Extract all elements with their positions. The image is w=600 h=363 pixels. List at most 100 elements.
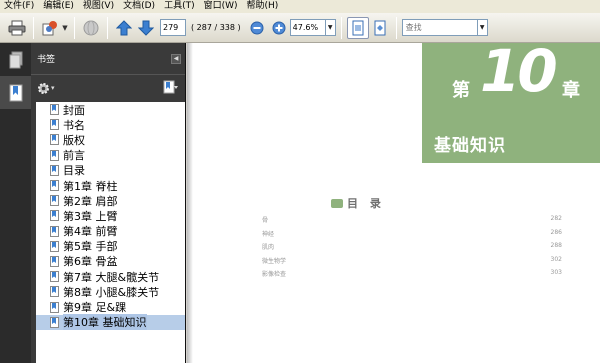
single-page-view-button[interactable] [346, 16, 369, 39]
bookmark-icon [50, 210, 59, 222]
toc-entry-page: 303 [550, 269, 562, 276]
fit-page-icon [352, 20, 364, 35]
bookmark-icon [50, 180, 59, 192]
bookmark-item[interactable]: 第4章 前臂 [36, 224, 185, 239]
bookmark-label: 封面 [63, 103, 85, 117]
bookmark-label: 书名 [63, 118, 85, 132]
menu-bar: 文件(F) 编辑(E) 视图(V) 文档(D) 工具(T) 窗口(W) 帮助(H… [0, 0, 600, 13]
bookmark-item[interactable]: 第10章 基础知识 [36, 314, 185, 331]
next-page-button[interactable] [135, 17, 157, 39]
document-view[interactable]: 第 10 章 基础知识 目 录 骨 282 神经 286 肌肉 288 微生物学 302 影像检… [187, 43, 600, 363]
toc-entry-label: 微生物学 [262, 257, 287, 265]
zoom-level-input[interactable] [289, 19, 326, 36]
gear-icon [38, 82, 49, 94]
search-input[interactable] [401, 19, 478, 36]
toolbar: ▼ ( 287 / 338 ) ▼ [0, 13, 600, 43]
bookmark-panel-icon [9, 84, 22, 101]
chapter-banner: 第 10 章 基础知识 [422, 43, 600, 163]
zoom-in-icon [272, 21, 286, 34]
toolbar-divider [107, 16, 108, 39]
chapter-suffix: 章 [562, 80, 580, 101]
bookmark-item[interactable]: 第8章 小腿&膝关节 [36, 284, 185, 299]
bookmark-icon [50, 164, 59, 176]
bookmark-label: 版权 [63, 133, 85, 147]
chevron-down-icon: ▾ [51, 84, 55, 92]
bookmark-icon [50, 255, 59, 267]
toc-entry-label: 影像检查 [262, 271, 287, 278]
bookmark-item[interactable]: 目录 [36, 163, 185, 178]
bookmark-label: 第7章 大腿&髋关节 [63, 270, 160, 284]
menu-edit[interactable]: 编辑(E) [43, 0, 74, 13]
toc-marker [331, 198, 343, 208]
page-shadow [187, 43, 193, 363]
collapse-panel-button[interactable]: ◀ [171, 53, 181, 64]
bookmark-item[interactable]: 第3章 上臂 [36, 208, 185, 223]
bookmark-item[interactable]: 第5章 手部 [36, 239, 185, 254]
bookmark-label: 目录 [63, 164, 85, 178]
print-button[interactable] [6, 17, 28, 39]
bookmarks-panel: 书签 ◀ ▾ 封面 书名 版权 前言 目录 第1章 脊柱 第2章 肩部 第3章 上臂 第4章 前… [31, 43, 186, 363]
zoom-in-button[interactable] [268, 17, 290, 39]
menu-window[interactable]: 窗口(W) [204, 0, 238, 13]
toolbar-divider [340, 16, 342, 39]
toc-entry: 骨 282 [262, 215, 562, 224]
new-bookmark-icon [163, 80, 178, 93]
toc-entry: 神经 286 [262, 229, 562, 238]
bookmark-item[interactable]: 书名 [36, 117, 185, 132]
zoom-out-icon [250, 21, 264, 34]
chapter-prefix: 第 [452, 80, 470, 101]
fit-width-button[interactable] [369, 17, 391, 39]
bookmark-item[interactable]: 第7章 大腿&髋关节 [36, 269, 185, 284]
toc-entry: 微生物学 302 [262, 256, 562, 265]
toc-entry-label: 肌肉 [262, 244, 275, 251]
zoom-dropdown[interactable]: ▼ [325, 19, 336, 36]
menu-tools[interactable]: 工具(T) [164, 0, 195, 13]
chapter-title: 基础知识 [434, 136, 506, 156]
pages-panel-button[interactable] [0, 43, 31, 76]
new-bookmark-button[interactable] [163, 80, 179, 97]
zoom-out-button[interactable] [246, 17, 268, 39]
collaborate-button[interactable] [39, 17, 61, 39]
options-button[interactable]: ▾ [37, 82, 55, 95]
bookmark-label: 第3章 上臂 [63, 209, 118, 223]
bookmark-item[interactable]: 第1章 脊柱 [36, 178, 185, 193]
menu-view[interactable]: 视图(V) [83, 0, 114, 13]
secure-button[interactable] [80, 17, 102, 39]
bookmarks-header: 书签 ◀ [31, 43, 185, 75]
arrow-up-icon [116, 19, 132, 35]
arrow-down-icon [138, 20, 154, 36]
menu-file[interactable]: 文件(F) [4, 0, 34, 13]
bookmark-item[interactable]: 封面 [36, 102, 185, 117]
page-count: ( 287 / 338 ) [191, 23, 241, 32]
bookmark-label: 第2章 肩部 [63, 194, 118, 208]
toc-entry-page: 282 [550, 215, 562, 222]
search-dropdown[interactable]: ▼ [477, 19, 488, 36]
toolbar-divider [395, 16, 397, 39]
menu-help[interactable]: 帮助(H) [247, 0, 279, 13]
bookmark-item[interactable]: 版权 [36, 132, 185, 147]
bookmark-label: 第10章 基础知识 [63, 314, 147, 331]
bookmark-item[interactable]: 前言 [36, 148, 185, 163]
bookmarks-toolbar: ▾ [31, 75, 185, 101]
previous-page-button[interactable] [113, 17, 135, 39]
bookmark-item[interactable]: 第6章 骨盆 [36, 254, 185, 269]
toc-entry-page: 288 [550, 242, 562, 249]
bookmark-icon [50, 119, 59, 131]
menu-document[interactable]: 文档(D) [123, 0, 155, 13]
toc-title: 目 录 [347, 197, 385, 210]
bookmark-icon [50, 134, 59, 146]
toc-entry-page: 286 [550, 228, 562, 236]
collaborate-dropdown[interactable]: ▼ [61, 17, 69, 39]
toolbar-divider [74, 16, 75, 39]
page-number-input[interactable] [160, 19, 186, 36]
bookmarks-panel-button[interactable] [0, 76, 31, 109]
bookmark-icon [50, 301, 59, 313]
bookmark-item[interactable]: 第2章 肩部 [36, 193, 185, 208]
bookmark-icon [50, 286, 59, 298]
bookmark-item[interactable]: 第9章 足&踝 [36, 299, 185, 314]
bookmark-label: 第1章 脊柱 [63, 179, 118, 193]
toc-entry-label: 神经 [262, 230, 275, 238]
bookmark-icon [50, 240, 59, 252]
bookmark-label: 第5章 手部 [63, 240, 118, 254]
printer-icon [8, 20, 26, 35]
